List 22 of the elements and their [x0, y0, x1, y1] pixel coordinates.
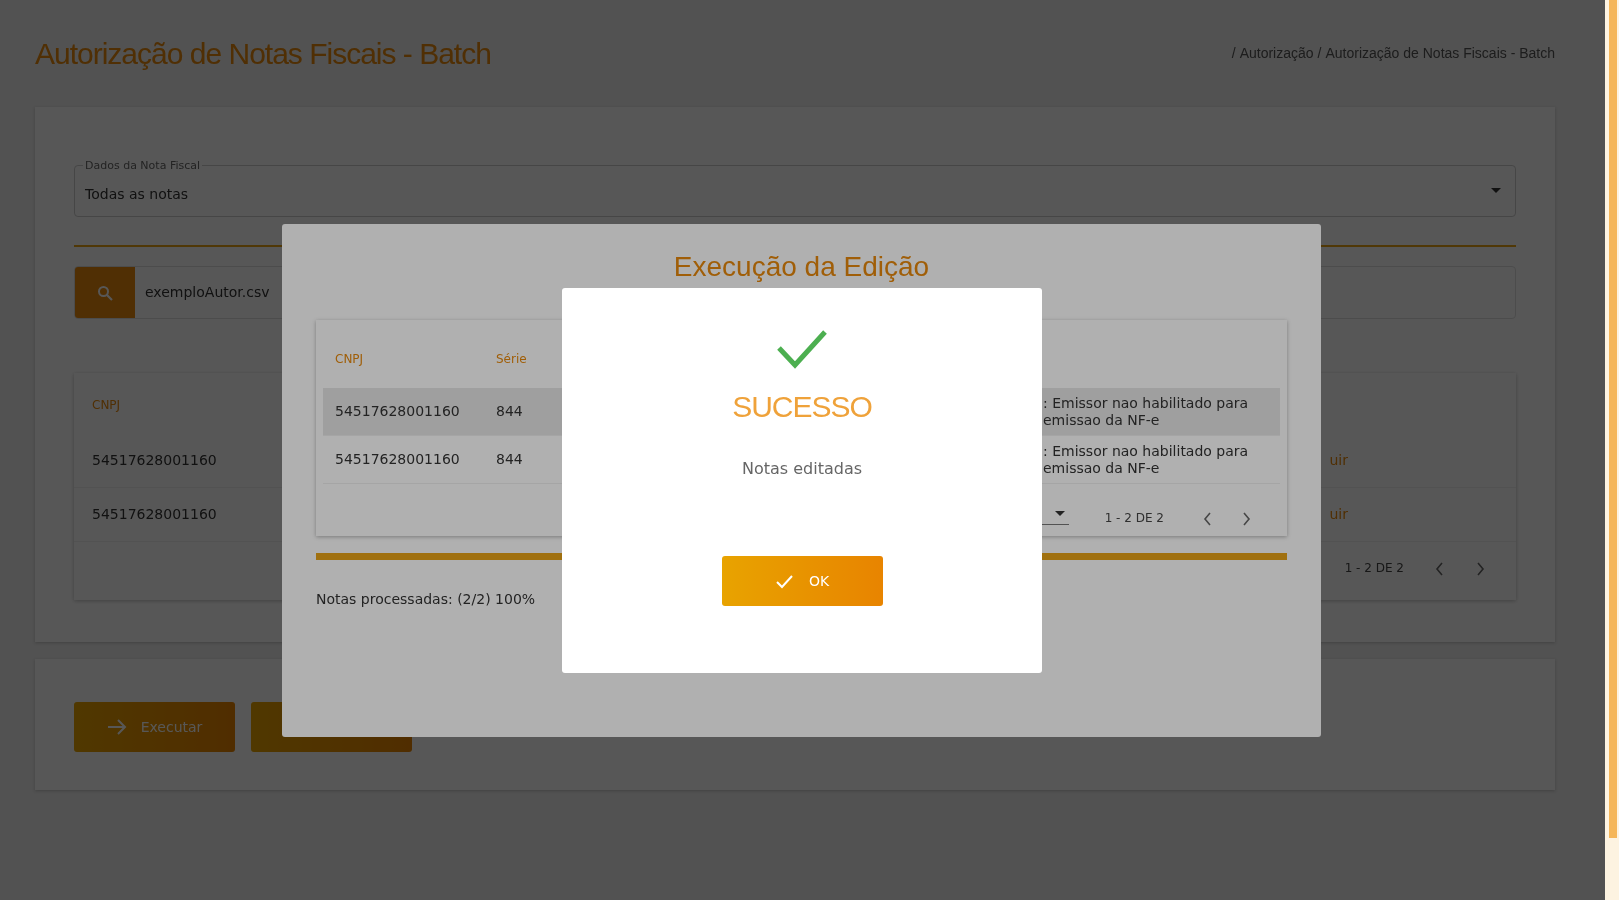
column-header: CNPJ [335, 352, 364, 366]
table-cell-text: 54517628001160 [92, 505, 217, 524]
page-title: Autorização de Notas Fiscais - Batch [35, 36, 491, 72]
select-value: Todas as notas [85, 186, 189, 202]
pagination-range: 1 - 2 DE 2 [1104, 510, 1164, 527]
table-cell: 54517628001160 [335, 403, 460, 419]
breadcrumb-separator: / [1317, 44, 1322, 63]
pagination-range: 1 - 2 DE 2 [1344, 560, 1404, 577]
table-cell-text: : Emissor nao habilitado para emissao da NF-e [1043, 394, 1250, 429]
progress-text: Notas processadas: (2/2) 100% [316, 590, 537, 609]
table-cell: 54517628001160 [335, 451, 460, 467]
success-title: SUCESSO [732, 389, 872, 425]
success-message: Notas editadas [741, 458, 863, 480]
breadcrumb-separator: / [1231, 44, 1236, 63]
table-cell: 844 [496, 451, 523, 467]
column-header: CNPJ [92, 398, 121, 412]
table-cell: 844 [496, 403, 523, 419]
table-cell-text: 54517628001160 [92, 451, 217, 470]
file-name: exemploAutor.csv [144, 283, 271, 302]
column-header: Série [496, 352, 527, 366]
dialog-title: Execução da Edição [672, 250, 931, 284]
table-cell-text: : Emissor nao habilitado para emissao da NF-e [1043, 442, 1250, 477]
